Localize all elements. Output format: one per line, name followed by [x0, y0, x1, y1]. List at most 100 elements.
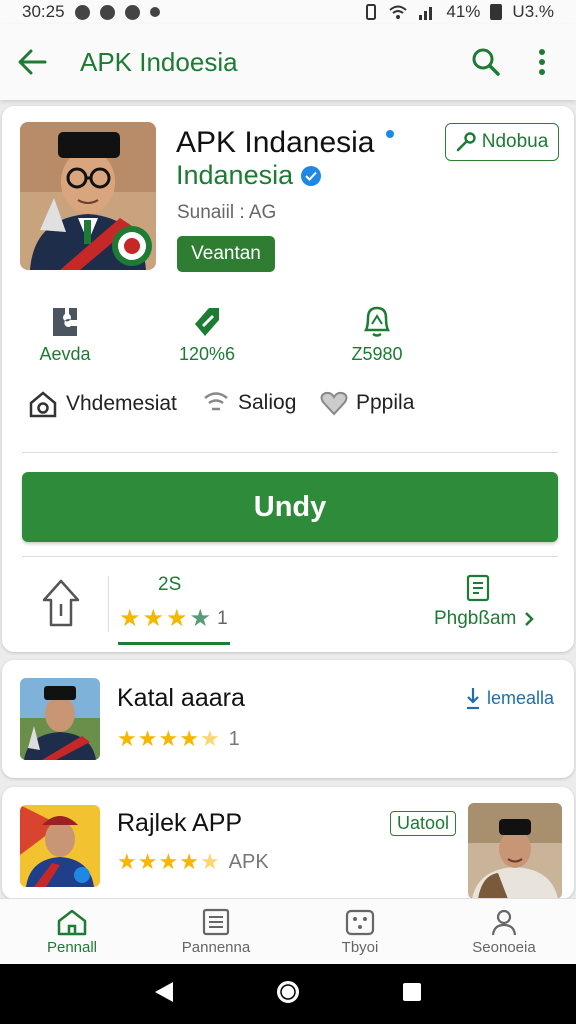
arrow-left-icon: [18, 49, 47, 75]
heart-icon: [320, 391, 348, 416]
nav-label: Seonoeia: [472, 938, 536, 956]
signal-icon: [419, 7, 433, 20]
more-vert-icon: [539, 49, 545, 75]
stat-label: Aevda: [39, 344, 91, 364]
chevron-right-icon: [525, 612, 535, 626]
star-icon: ★: [158, 726, 179, 751]
status-time: 30:25: [22, 2, 65, 21]
rating-count: 2S: [158, 574, 182, 595]
stat-size: 120%6: [172, 298, 242, 365]
list-item-tag[interactable]: Uatool: [390, 811, 457, 836]
star-icon: ★: [189, 605, 212, 632]
document-icon: [466, 574, 490, 602]
notes-icon-wrap: [466, 574, 490, 607]
wishlist-button[interactable]: Ndobua: [445, 123, 559, 161]
app-notification-icon: [149, 7, 160, 17]
list-item[interactable]: Rajlek APP ★ ★ ★ ★ ★ APK Uatool: [2, 787, 574, 899]
list-item-link[interactable]: lemealla: [465, 686, 554, 710]
vibrate-icon: [366, 4, 377, 20]
star-half-icon: ★: [199, 726, 220, 751]
list-item-photo: [468, 803, 562, 899]
rating-row: 2S ★ ★ ★ ★ 1 Phgbßam: [2, 558, 574, 650]
developer-name[interactable]: Indanesia: [176, 160, 293, 191]
release-notes-label: Phgbßam: [434, 608, 517, 629]
system-back-button[interactable]: [153, 980, 175, 1009]
tag-connectivity[interactable]: Saliog: [202, 390, 296, 416]
verified-icon: [301, 165, 322, 186]
home-outline-icon: [42, 579, 80, 627]
battery-icon: [490, 4, 503, 20]
wifi-status-icon: [389, 5, 408, 19]
triangle-back-icon: [155, 981, 173, 1002]
star-icon: ★: [117, 726, 137, 751]
stat-downloads: Aevda: [30, 298, 100, 365]
tag-label: Pppila: [356, 391, 415, 414]
message-icon: [99, 4, 115, 20]
star-icon: ★: [142, 605, 165, 632]
bottom-nav: Pennall Pannenna Tbyoi Seonoeia: [0, 898, 576, 964]
status-left: 30:25: [22, 2, 160, 22]
list-item-title: Katal aaara: [117, 684, 245, 712]
gear-puzzle-icon: [53, 308, 77, 336]
nav-item-games[interactable]: Tbyoi: [288, 899, 432, 964]
app-title: APK Indanesia: [176, 126, 375, 159]
square-recents-icon: [403, 982, 421, 1001]
wishlist-label: Ndobua: [481, 131, 549, 152]
list-item-thumbnail: [20, 678, 100, 760]
dice-icon: [345, 909, 375, 935]
search-icon: [472, 48, 500, 76]
app-icon-image: [20, 122, 156, 270]
developer-row[interactable]: Indanesia: [176, 160, 322, 191]
tab-underline: [118, 642, 230, 645]
star-icon: ★: [166, 605, 188, 632]
star-icon: ★: [119, 605, 141, 632]
system-nav-bar: [0, 964, 576, 1024]
app-detail-card: APK Indanesia Indanesia Sunaiil : AG Vea…: [2, 106, 574, 652]
search-button[interactable]: [458, 24, 514, 100]
tag-language[interactable]: Vhdemesiat: [28, 390, 177, 418]
divider: [22, 452, 558, 453]
list-item-meta: APK: [228, 850, 269, 873]
tag-icon: [195, 308, 219, 336]
release-notes-link[interactable]: Phgbßam: [434, 608, 535, 630]
tag-label: Vhdemesiat: [66, 392, 177, 415]
more-button[interactable]: [514, 24, 570, 100]
nav-item-home[interactable]: Pennall: [0, 899, 144, 964]
download-icon: [466, 688, 479, 710]
list-item[interactable]: Katal aaara ★ ★ ★ ★ ★ 1 lemealla: [2, 660, 574, 778]
nav-item-profile[interactable]: Seonoeia: [432, 899, 576, 964]
bell-icon: [363, 306, 391, 337]
tag-favorite[interactable]: Pppila: [320, 390, 414, 416]
back-button[interactable]: [0, 24, 64, 100]
notification-icon: [74, 4, 90, 20]
star-icon: ★: [137, 726, 158, 751]
star-icon: ★: [179, 726, 199, 751]
nav-label: Pannenna: [181, 938, 251, 956]
system-home-button[interactable]: [275, 979, 301, 1010]
battery-percent: 41%: [446, 2, 481, 21]
nav-label: Tbyoi: [341, 938, 379, 956]
list-icon: [202, 908, 230, 935]
app-bar: APK Indoesia: [0, 24, 576, 100]
share-home-button[interactable]: [40, 578, 82, 633]
system-recents-button[interactable]: [401, 981, 423, 1008]
status-right: 41% U3.%: [364, 2, 554, 22]
status-right-text: U3.%: [512, 2, 554, 21]
new-indicator-dot: [386, 130, 394, 138]
app-sub-label: Sunaiil : AG: [177, 202, 277, 223]
list-item-stars: ★ ★ ★ ★ ★ 1: [117, 726, 240, 752]
rating-stars[interactable]: ★ ★ ★ ★ 1: [119, 604, 228, 633]
wifi-icon: [204, 392, 228, 411]
list-item-thumbnail: [20, 805, 100, 887]
category-chip[interactable]: Veantan: [177, 236, 275, 272]
home-icon: [29, 391, 57, 418]
tag-label: Saliog: [238, 391, 297, 414]
stat-label: 120%6: [178, 344, 236, 364]
star-icon: ★: [117, 849, 137, 874]
list-item-link-label: lemealla: [486, 687, 554, 708]
stat-rated: Z5980: [342, 298, 412, 365]
star-icon: ★: [137, 849, 158, 874]
page-title: APK Indoesia: [80, 46, 238, 77]
install-button[interactable]: Undy: [22, 472, 558, 542]
nav-item-list[interactable]: Pannenna: [144, 899, 288, 964]
